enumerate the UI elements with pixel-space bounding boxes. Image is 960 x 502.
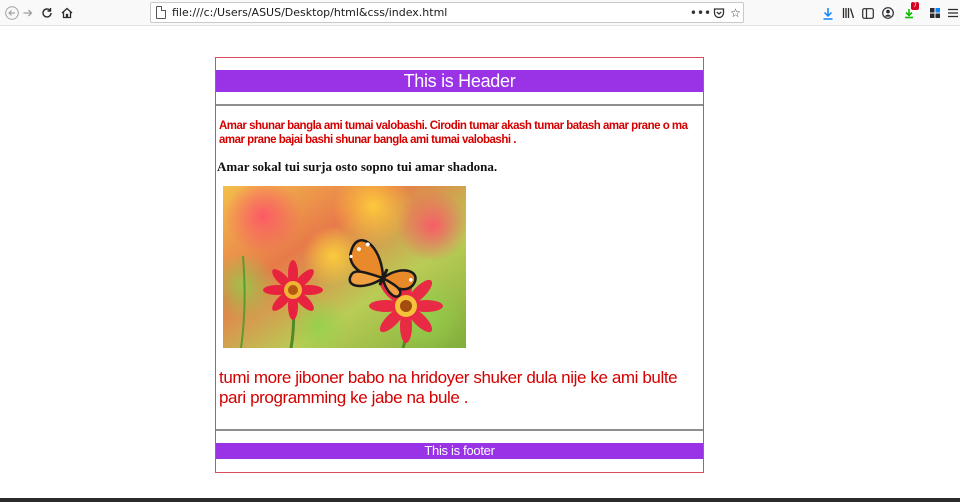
red-paragraph: Amar shunar bangla ami tumai valobashi. …	[219, 120, 688, 146]
taskbar-edge	[0, 498, 960, 502]
url-bar[interactable]: file:///c:/Users/ASUS/Desktop/html&css/i…	[150, 2, 744, 23]
sidebar-icon[interactable]	[858, 3, 878, 23]
bookmark-star-icon[interactable]: ☆	[727, 4, 744, 21]
bold-paragraph: Amar sokal tui surja osto sopno tui amar…	[217, 159, 498, 174]
reload-icon[interactable]	[37, 3, 57, 23]
library-icon[interactable]	[838, 3, 858, 23]
page-header: This is Header	[216, 70, 703, 92]
hamburger-menu-icon[interactable]	[943, 3, 960, 23]
url-text[interactable]: file:///c:/Users/ASUS/Desktop/html&css/i…	[172, 6, 447, 19]
header-divider	[216, 104, 703, 106]
page-container: This is Header Amar shunar bangla ami tu…	[215, 57, 704, 473]
slogan-text: tumi more jiboner babo na hridoyer shuke…	[219, 368, 678, 407]
browser-toolbar: file:///c:/Users/ASUS/Desktop/html&css/i…	[0, 0, 960, 26]
puzzle-extension-icon[interactable]	[925, 3, 945, 23]
home-icon[interactable]	[57, 3, 77, 23]
butterfly-flower-image	[223, 186, 466, 348]
pocket-icon[interactable]	[710, 4, 727, 21]
download-icon[interactable]	[818, 3, 838, 23]
forward-arrow-icon[interactable]	[18, 3, 38, 23]
footer-divider	[216, 429, 703, 431]
notification-badge: 7	[911, 2, 919, 10]
page-icon	[156, 6, 166, 19]
more-dots-icon[interactable]: •••	[690, 4, 711, 21]
page-footer: This is footer	[216, 443, 703, 459]
account-icon[interactable]	[878, 3, 898, 23]
